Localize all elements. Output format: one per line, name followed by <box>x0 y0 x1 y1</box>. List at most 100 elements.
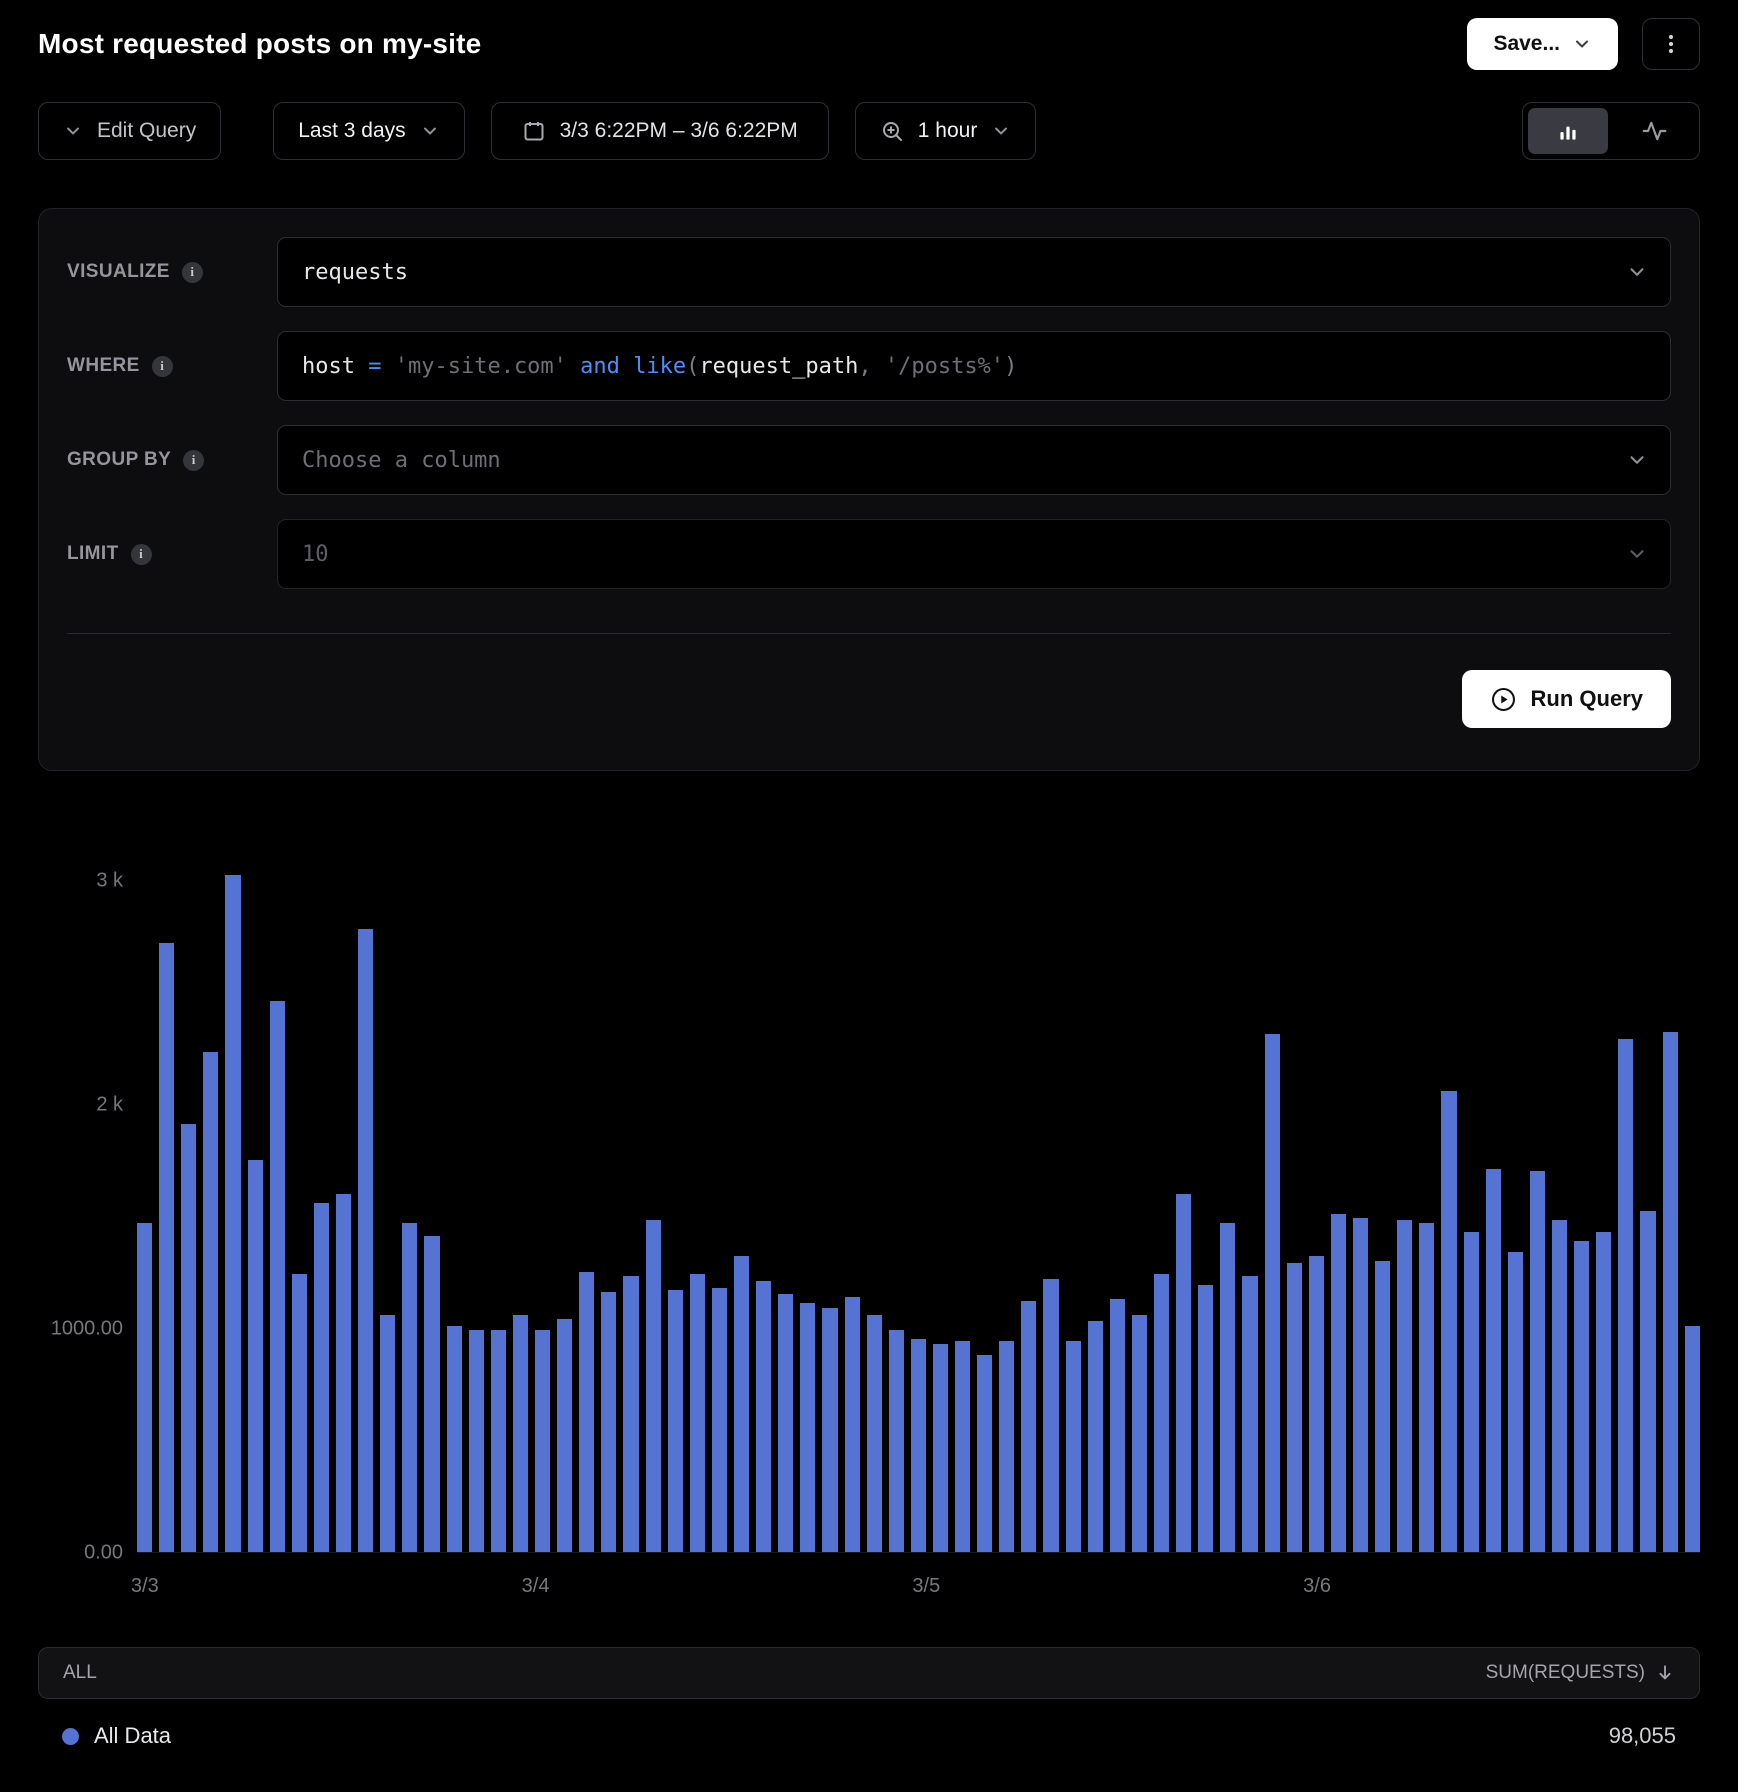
bar[interactable] <box>1265 1034 1280 1552</box>
bar-chart-icon <box>1555 118 1581 144</box>
bar[interactable] <box>336 1194 351 1552</box>
bar[interactable] <box>1154 1274 1169 1552</box>
bar[interactable] <box>1353 1218 1368 1552</box>
limit-row: LIMIT i 10 <box>67 519 1671 589</box>
bar-chart-toggle-button[interactable] <box>1528 108 1608 154</box>
bar[interactable] <box>1066 1341 1081 1552</box>
bar[interactable] <box>889 1330 904 1552</box>
bar[interactable] <box>1618 1039 1633 1552</box>
bar[interactable] <box>911 1339 926 1552</box>
group-by-field[interactable]: Choose a column <box>277 425 1671 495</box>
bar[interactable] <box>137 1223 152 1552</box>
bar[interactable] <box>513 1315 528 1552</box>
bar[interactable] <box>712 1288 727 1552</box>
bar[interactable] <box>1640 1211 1655 1552</box>
bar[interactable] <box>1397 1220 1412 1552</box>
bar[interactable] <box>1242 1276 1257 1552</box>
chevron-down-icon <box>1626 543 1648 565</box>
bar[interactable] <box>1021 1301 1036 1552</box>
save-button[interactable]: Save... <box>1467 18 1618 70</box>
bar[interactable] <box>491 1330 506 1552</box>
edit-query-button[interactable]: Edit Query <box>38 102 221 160</box>
bar[interactable] <box>1574 1241 1589 1552</box>
more-options-button[interactable] <box>1642 18 1700 70</box>
bar[interactable] <box>1287 1263 1302 1552</box>
where-token: = <box>368 354 395 379</box>
bar[interactable] <box>778 1294 793 1552</box>
bar[interactable] <box>1464 1232 1479 1552</box>
bar[interactable] <box>800 1303 815 1552</box>
bar[interactable] <box>646 1220 661 1552</box>
bar[interactable] <box>845 1297 860 1552</box>
bar[interactable] <box>1419 1223 1434 1552</box>
bar[interactable] <box>159 943 174 1552</box>
bar[interactable] <box>1375 1261 1390 1552</box>
bar[interactable] <box>1043 1279 1058 1552</box>
page-title: Most requested posts on my-site <box>38 28 481 60</box>
run-query-button[interactable]: Run Query <box>1462 670 1671 728</box>
chart-body: 3 k2 k1000.000.00 <box>38 839 1700 1553</box>
bar[interactable] <box>424 1236 439 1552</box>
bar[interactable] <box>1441 1091 1456 1552</box>
date-range-button[interactable]: 3/3 6:22PM – 3/6 6:22PM <box>491 102 829 160</box>
bar[interactable] <box>756 1281 771 1552</box>
bar[interactable] <box>535 1330 550 1552</box>
bar[interactable] <box>1486 1169 1501 1552</box>
bar[interactable] <box>867 1315 882 1552</box>
bar[interactable] <box>1685 1326 1700 1552</box>
bar[interactable] <box>1176 1194 1191 1552</box>
where-token: host <box>302 354 368 379</box>
bar[interactable] <box>557 1319 572 1552</box>
bar[interactable] <box>292 1274 307 1552</box>
bar[interactable] <box>601 1292 616 1552</box>
bar[interactable] <box>1596 1232 1611 1552</box>
line-chart-toggle-button[interactable] <box>1614 108 1694 154</box>
bar[interactable] <box>668 1290 683 1552</box>
bar[interactable] <box>1331 1214 1346 1552</box>
sum-column-header[interactable]: SUM(REQUESTS) <box>1486 1662 1675 1684</box>
info-icon[interactable]: i <box>183 450 204 471</box>
bar[interactable] <box>1530 1171 1545 1552</box>
bar[interactable] <box>1508 1252 1523 1552</box>
bar[interactable] <box>1088 1321 1103 1552</box>
bar[interactable] <box>1132 1315 1147 1552</box>
bar[interactable] <box>181 1124 196 1552</box>
bar[interactable] <box>690 1274 705 1552</box>
bar[interactable] <box>447 1326 462 1552</box>
y-axis-tick-label: 0.00 <box>84 1542 123 1565</box>
sum-column-label: SUM(REQUESTS) <box>1486 1662 1645 1684</box>
bar[interactable] <box>822 1308 837 1552</box>
bar[interactable] <box>1309 1256 1324 1552</box>
bar[interactable] <box>623 1276 638 1552</box>
bar[interactable] <box>314 1203 329 1552</box>
info-icon[interactable]: i <box>131 544 152 565</box>
bar[interactable] <box>270 1001 285 1552</box>
bar[interactable] <box>1110 1299 1125 1552</box>
bar[interactable] <box>358 929 373 1552</box>
bar[interactable] <box>1220 1223 1235 1552</box>
time-range-select[interactable]: Last 3 days <box>273 102 464 160</box>
bar[interactable] <box>1198 1285 1213 1552</box>
info-icon[interactable]: i <box>152 356 173 377</box>
where-field[interactable]: host = 'my-site.com' and like(request_pa… <box>277 331 1671 401</box>
bar[interactable] <box>469 1330 484 1552</box>
info-icon[interactable]: i <box>182 262 203 283</box>
bar[interactable] <box>203 1052 218 1552</box>
summary-row-all-data[interactable]: All Data 98,055 <box>38 1699 1700 1749</box>
bar[interactable] <box>955 1341 970 1552</box>
interval-select[interactable]: 1 hour <box>855 102 1037 160</box>
bar[interactable] <box>248 1160 263 1552</box>
bar[interactable] <box>380 1315 395 1552</box>
bar[interactable] <box>579 1272 594 1552</box>
bar[interactable] <box>734 1256 749 1552</box>
limit-field[interactable]: 10 <box>277 519 1671 589</box>
bar[interactable] <box>1552 1220 1567 1552</box>
bar[interactable] <box>225 875 240 1552</box>
bar[interactable] <box>977 1355 992 1552</box>
series-total-value: 98,055 <box>1609 1723 1676 1749</box>
bar[interactable] <box>402 1223 417 1552</box>
bar[interactable] <box>933 1344 948 1552</box>
bar[interactable] <box>1663 1032 1678 1552</box>
visualize-field[interactable]: requests <box>277 237 1671 307</box>
bar[interactable] <box>999 1341 1014 1552</box>
